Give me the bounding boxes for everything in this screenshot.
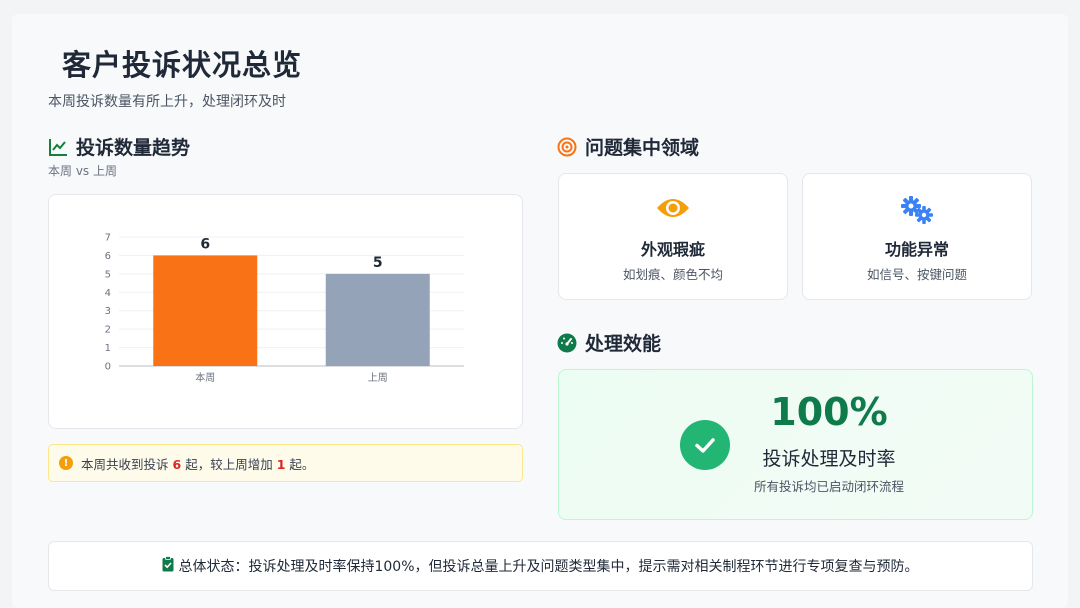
bar-chart: 0 1 2 3 4 5 6 7 6 本周 5 上周 bbox=[105, 233, 464, 384]
y-tick-label: 6 bbox=[105, 251, 111, 262]
y-tick-label: 7 bbox=[105, 233, 111, 244]
trend-subheading: 本周 vs 上周 bbox=[48, 164, 117, 178]
eye-icon bbox=[559, 194, 787, 224]
overall-status-text: 总体状态：投诉处理及时率保持100%，但投诉总量上升及问题类型集中，提示需对相关… bbox=[178, 559, 919, 575]
note-middle: 起，较上周增加 bbox=[185, 456, 273, 472]
area-desc: 如信号、按键问题 bbox=[866, 267, 967, 282]
gauge-icon bbox=[557, 333, 577, 353]
y-tick-label: 2 bbox=[105, 325, 111, 336]
target-icon bbox=[557, 137, 577, 157]
areas-heading: 问题集中领域 bbox=[557, 133, 699, 160]
bar bbox=[153, 255, 258, 366]
area-title: 外观瑕疵 bbox=[640, 240, 705, 259]
bar bbox=[325, 273, 430, 366]
efficiency-desc: 所有投诉均已启动闭环流程 bbox=[753, 479, 904, 494]
overall-status-bar: 总体状态：投诉处理及时率保持100%，但投诉总量上升及问题类型集中，提示需对相关… bbox=[48, 541, 1033, 591]
x-tick-label: 上周 bbox=[368, 372, 388, 384]
page-title: 客户投诉状况总览 bbox=[62, 48, 303, 82]
bar-data-label: 5 bbox=[373, 255, 383, 271]
efficiency-heading: 处理效能 bbox=[557, 329, 661, 356]
efficiency-heading-label: 处理效能 bbox=[585, 333, 662, 355]
note-increase-count: 1 bbox=[276, 456, 286, 472]
x-tick-label: 本周 bbox=[195, 371, 215, 384]
clipboard-check-icon bbox=[162, 556, 174, 576]
note-this-week-count: 6 bbox=[172, 456, 182, 472]
efficiency-rate-value: 100% bbox=[770, 390, 888, 434]
area-title: 功能异常 bbox=[884, 240, 949, 259]
complaint-trend-chart: 0 1 2 3 4 5 6 7 6 本周 5 上周 bbox=[48, 194, 523, 429]
page-subtitle: 本周投诉数量有所上升，处理闭环及时 bbox=[48, 94, 286, 110]
y-tick-label: 0 bbox=[105, 362, 111, 373]
y-tick-label: 5 bbox=[105, 269, 111, 280]
bar-data-label: 6 bbox=[200, 236, 210, 252]
area-desc: 如划痕、颜色不均 bbox=[622, 267, 723, 282]
note-prefix: 本周共收到投诉 bbox=[81, 456, 169, 472]
area-card-function: 功能异常 如信号、按键问题 bbox=[802, 173, 1032, 300]
trend-heading: 投诉数量趋势 bbox=[48, 133, 190, 160]
y-tick-label: 4 bbox=[105, 288, 111, 299]
y-tick-label: 3 bbox=[105, 306, 111, 317]
note-suffix: 起。 bbox=[289, 456, 315, 472]
gears-icon bbox=[803, 194, 1031, 224]
line-chart-icon bbox=[48, 137, 68, 157]
trend-note-text: 本周共收到投诉 6 起，较上周增加 1 起。 bbox=[81, 454, 314, 473]
efficiency-rate-label: 投诉处理及时率 bbox=[762, 448, 896, 470]
trend-note: ! 本周共收到投诉 6 起，较上周增加 1 起。 bbox=[48, 444, 523, 482]
trend-heading-label: 投诉数量趋势 bbox=[76, 137, 191, 159]
areas-heading-label: 问题集中领域 bbox=[585, 137, 700, 159]
y-tick-label: 1 bbox=[105, 343, 111, 354]
check-circle-icon bbox=[680, 420, 730, 470]
efficiency-card: 100% 投诉处理及时率 所有投诉均已启动闭环流程 bbox=[558, 369, 1033, 520]
warning-icon: ! bbox=[59, 456, 73, 470]
area-card-appearance: 外观瑕疵 如划痕、颜色不均 bbox=[558, 173, 788, 300]
